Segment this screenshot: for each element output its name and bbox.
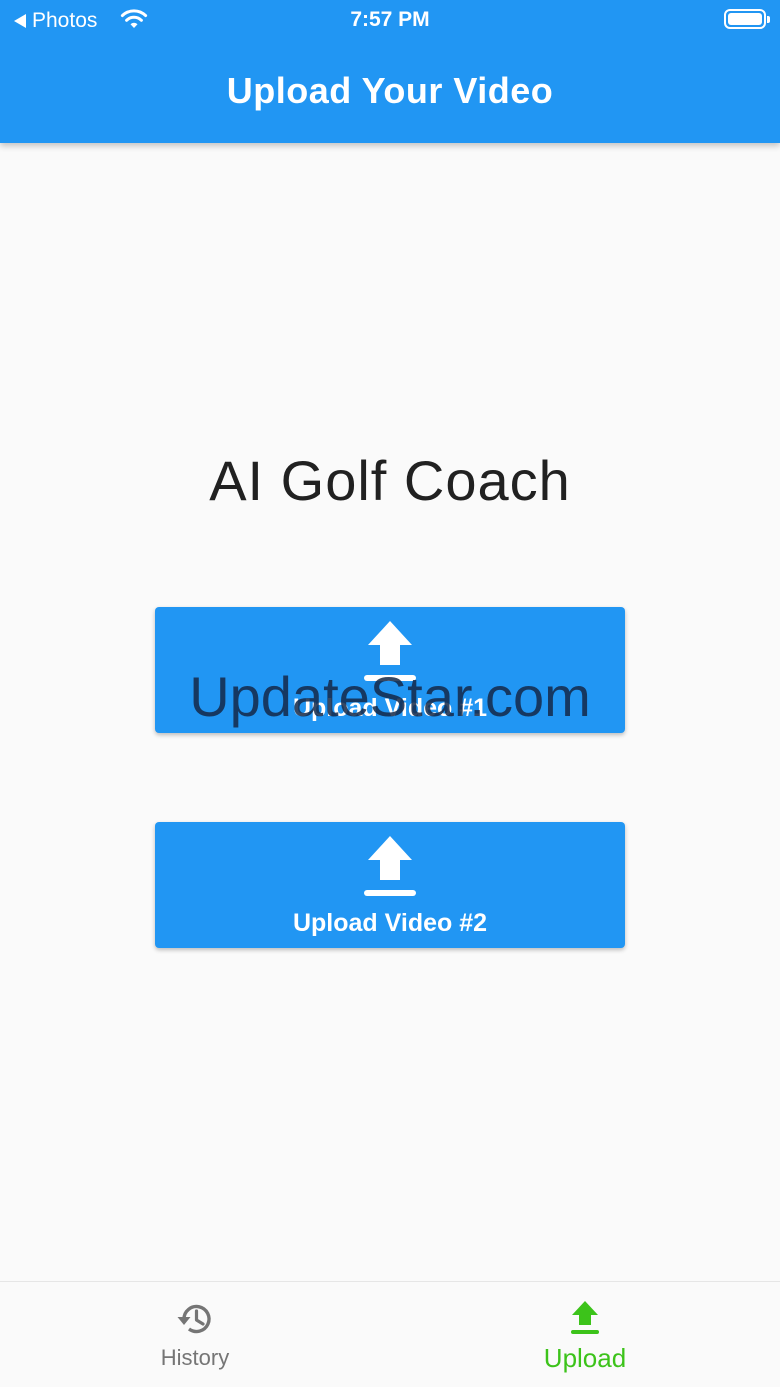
upload-video-2-button[interactable]: Upload Video #2 — [155, 822, 625, 948]
page-title: Upload Your Video — [226, 70, 554, 111]
nav-item-history[interactable]: History — [0, 1282, 390, 1387]
battery-icon — [724, 9, 770, 29]
upload-video-2-label: Upload Video #2 — [292, 909, 488, 937]
nav-history-label: History — [160, 1345, 230, 1370]
nav-upload-label: Upload — [543, 1343, 627, 1373]
app-bar: Photos 7:57 PM Upload Your Video — [0, 0, 780, 143]
upload-icon — [362, 619, 418, 690]
status-time: 7:57 PM — [350, 8, 430, 31]
upload-icon — [362, 834, 418, 905]
upload-icon — [569, 1300, 601, 1341]
history-icon — [175, 1300, 215, 1343]
upload-video-1-label: Upload Video #1 — [292, 694, 488, 722]
app-name-heading: AI Golf Coach — [209, 449, 571, 512]
bottom-navigation: History Upload — [0, 1281, 780, 1387]
nav-item-upload[interactable]: Upload — [390, 1282, 780, 1387]
upload-video-1-button[interactable]: Upload Video #1 — [155, 607, 625, 733]
status-bar: Photos 7:57 PM — [0, 0, 780, 40]
